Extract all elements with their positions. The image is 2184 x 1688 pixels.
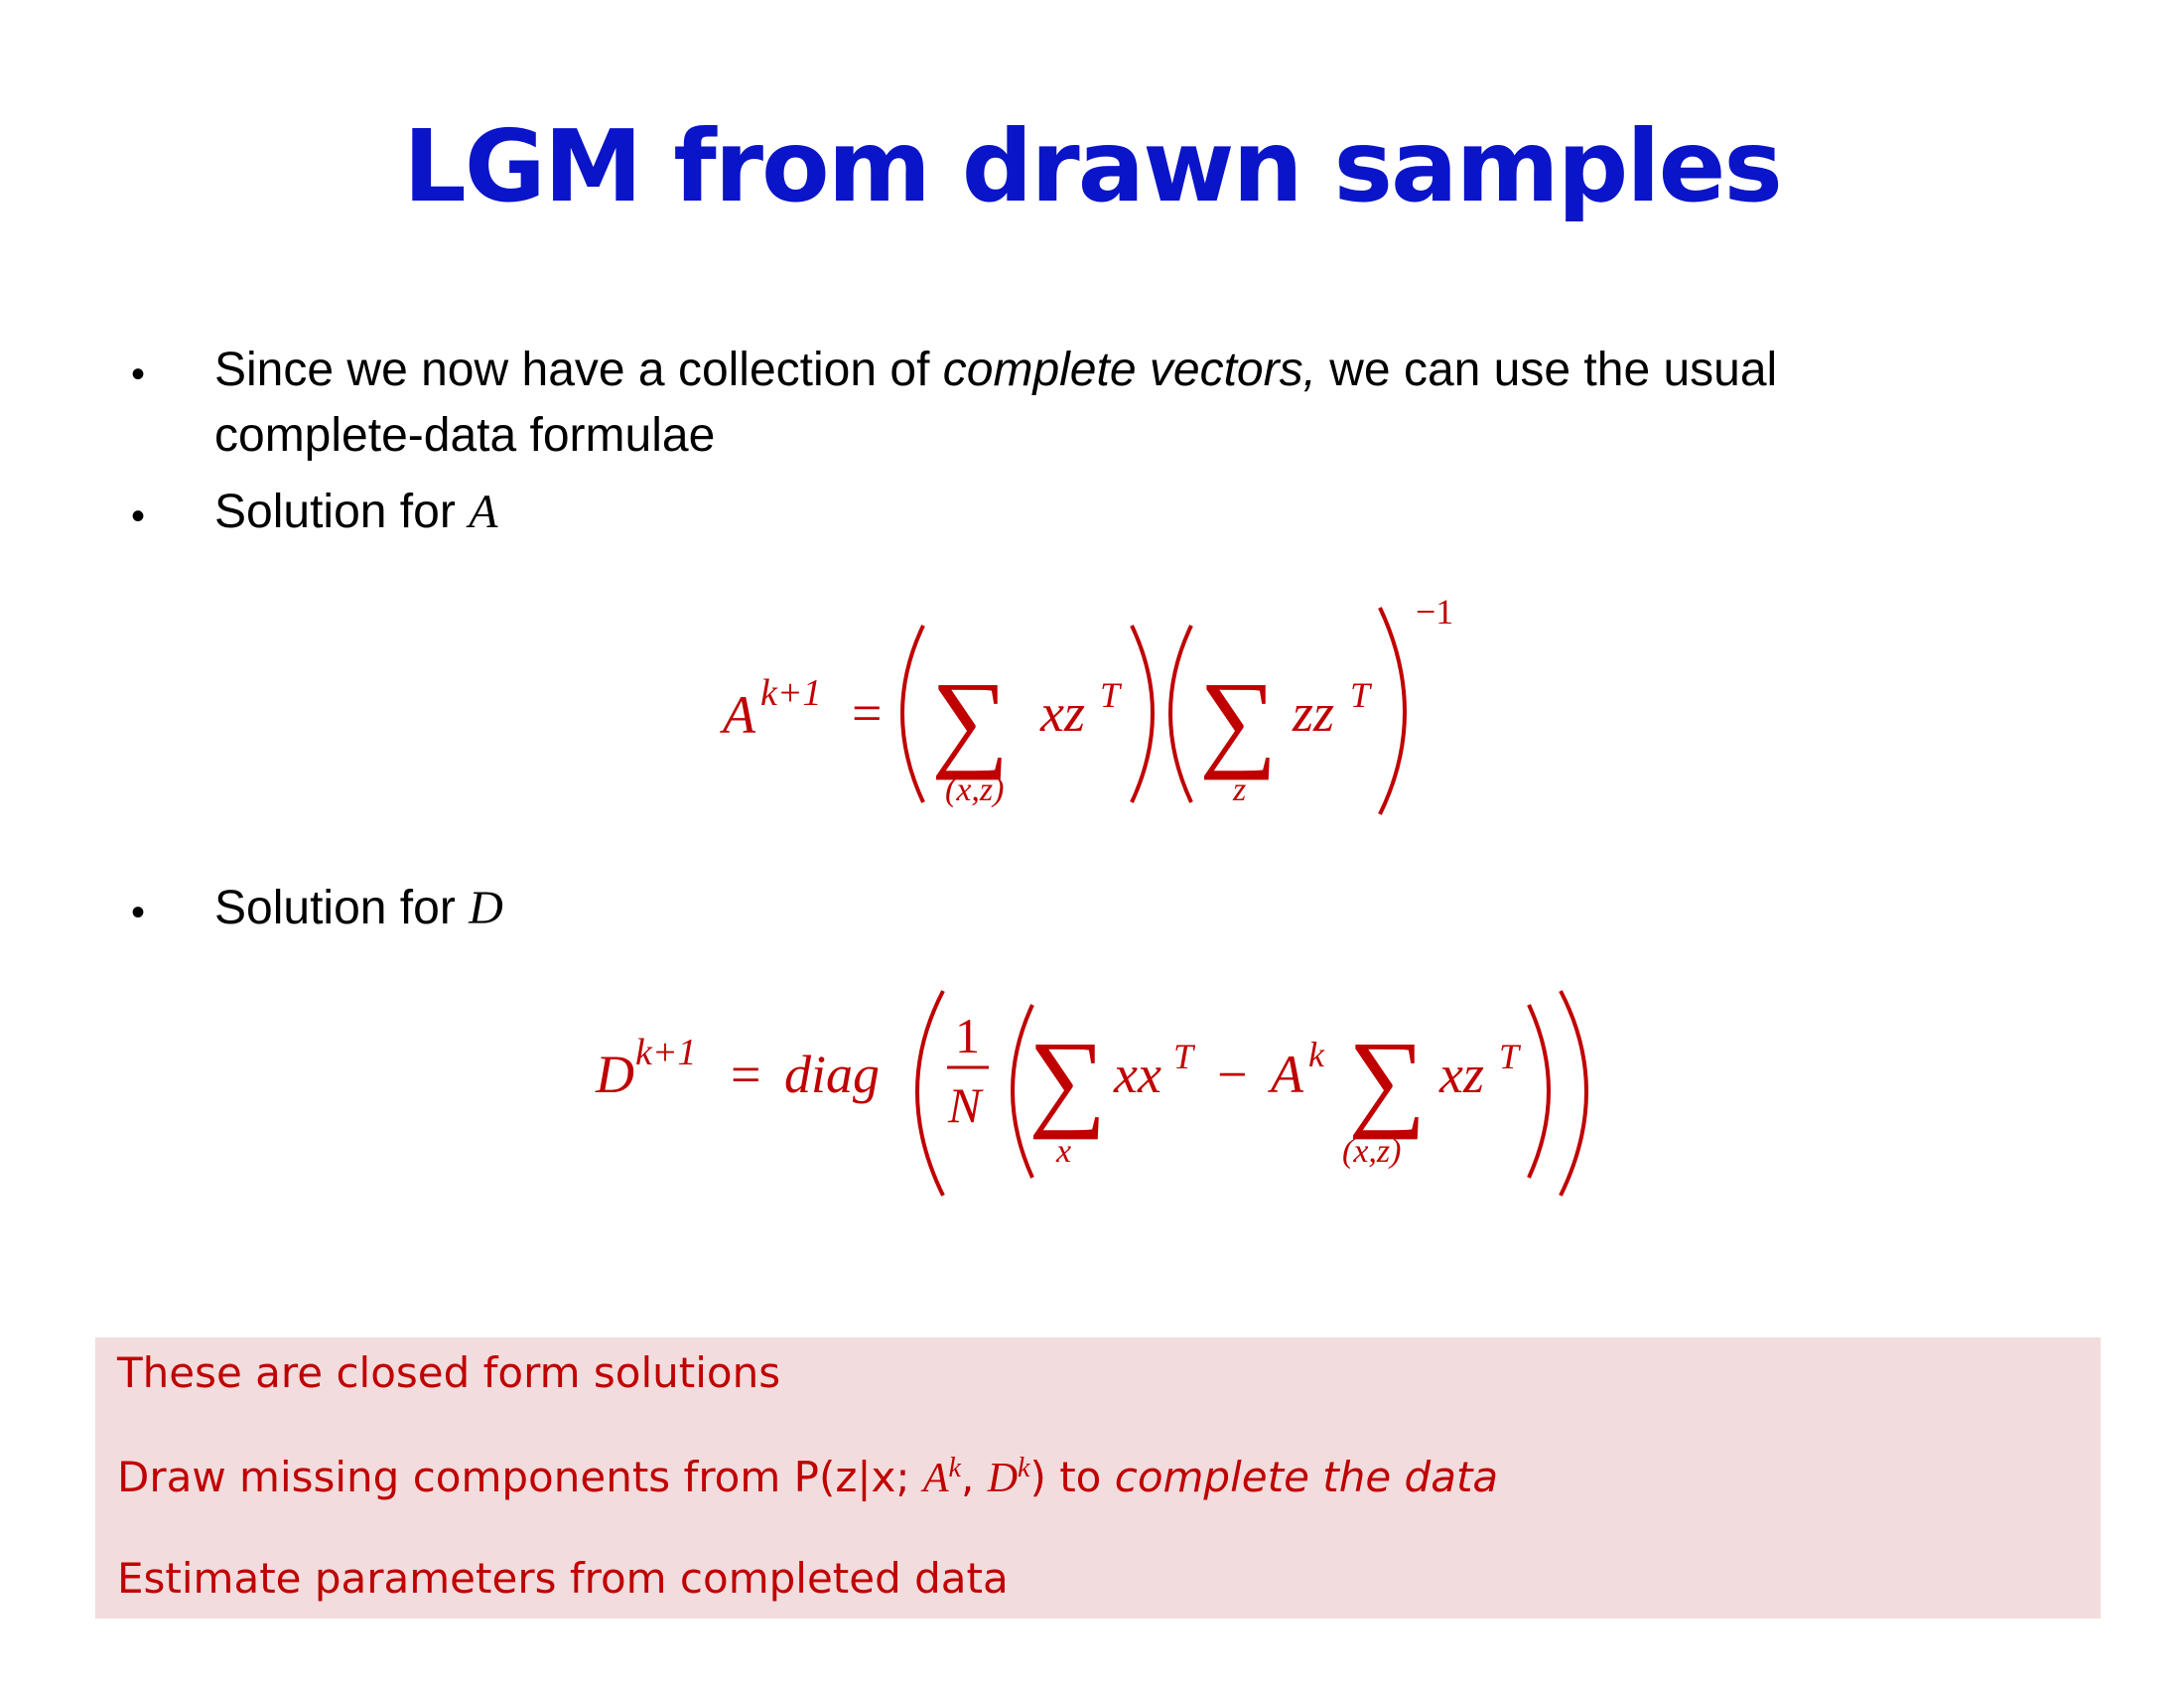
bullet-marker: • bbox=[131, 352, 146, 396]
eq-d-term-2-sup: T bbox=[1499, 1037, 1522, 1076]
eq-d-paren-close-inner bbox=[1527, 1004, 1551, 1179]
note-2-mid: ) to bbox=[1029, 1453, 1115, 1501]
note-closed-form: These are closed form solutions bbox=[117, 1348, 781, 1397]
eq-a-equals: = bbox=[852, 683, 882, 743]
eq-d-term-1: xx bbox=[1113, 1045, 1161, 1104]
bullet-marker: • bbox=[131, 891, 146, 934]
slide-title: LGM from drawn samples bbox=[403, 108, 1783, 224]
bullet-1-text-a: Since we now have a collection of bbox=[214, 344, 943, 396]
eq-d-term-2: xz bbox=[1438, 1045, 1484, 1104]
eq-d-lhs-sup: k+1 bbox=[635, 1032, 697, 1073]
eq-a-lhs-sup: k+1 bbox=[760, 672, 822, 714]
bullet-1-emphasis: complete vectors, bbox=[942, 344, 1316, 396]
bullet-3-text: Solution for bbox=[214, 882, 470, 934]
note-estimate: Estimate parameters from completed data bbox=[117, 1554, 1009, 1603]
eq-a-sum-2-sub: z bbox=[1232, 772, 1246, 808]
bullet-solution-a: Solution for A bbox=[214, 480, 1981, 545]
eq-a-lhs: A bbox=[720, 685, 756, 745]
bullet-complete-vectors: Since we now have a collection of comple… bbox=[214, 338, 1981, 469]
note-2-a: A bbox=[922, 1456, 949, 1501]
note-2-sep: , bbox=[960, 1453, 988, 1501]
note-2-d-sup: k bbox=[1018, 1453, 1030, 1483]
eq-d-ak-sup: k bbox=[1308, 1035, 1325, 1074]
bullet-solution-d: Solution for D bbox=[214, 876, 1981, 941]
eq-d-ak: A bbox=[1268, 1045, 1304, 1104]
eq-a-term-1-sup: T bbox=[1100, 675, 1123, 715]
bullet-3-symbol: D bbox=[469, 882, 503, 934]
note-2-d: D bbox=[987, 1456, 1019, 1501]
note-draw-missing: Draw missing components from P(z|x; Ak, … bbox=[117, 1453, 1499, 1501]
eq-a-paren-close-2 bbox=[1378, 607, 1407, 815]
eq-d-minus: − bbox=[1217, 1045, 1247, 1104]
eq-a-sum-1-sub: (x,z) bbox=[945, 772, 1004, 808]
eq-d-paren-open-inner bbox=[1011, 1004, 1034, 1179]
eq-a-paren-close-1 bbox=[1130, 625, 1155, 803]
eq-d-sum-2-sub: (x,z) bbox=[1342, 1133, 1401, 1170]
note-2-a-sup: k bbox=[948, 1453, 961, 1483]
eq-a-term-1: xz bbox=[1039, 683, 1085, 743]
eq-d-paren-open-outer bbox=[915, 990, 945, 1196]
eq-a-term-2: zz bbox=[1292, 683, 1334, 743]
eq-a-term-2-sup: T bbox=[1350, 675, 1373, 715]
eq-d-equals: = bbox=[731, 1045, 760, 1104]
eq-a-outer-sup: −1 bbox=[1416, 592, 1453, 632]
eq-d-lhs: D bbox=[595, 1045, 634, 1104]
eq-d-func: diag bbox=[784, 1045, 880, 1104]
eq-d-sum-2: ∑ bbox=[1348, 1019, 1426, 1140]
eq-d-sum-1-sub: x bbox=[1055, 1133, 1071, 1170]
eq-a-sum-1: ∑ bbox=[931, 659, 1009, 780]
bullet-marker: • bbox=[131, 494, 146, 538]
eq-d-frac-den: N bbox=[947, 1077, 984, 1133]
note-2-pre: Draw missing components from P(z|x; bbox=[117, 1453, 923, 1501]
eq-d-sum-1: ∑ bbox=[1028, 1019, 1106, 1140]
eq-a-paren-open-2 bbox=[1168, 625, 1193, 803]
summary-callout: These are closed form solutions Draw mis… bbox=[95, 1337, 2101, 1618]
eq-d-paren-close-outer bbox=[1559, 990, 1588, 1196]
eq-a-paren-open-1 bbox=[900, 625, 925, 803]
bullet-2-text: Solution for bbox=[214, 486, 470, 538]
eq-d-term-1-sup: T bbox=[1173, 1037, 1196, 1076]
note-2-emphasis: complete the data bbox=[1114, 1453, 1499, 1501]
eq-a-sum-2: ∑ bbox=[1199, 659, 1277, 780]
bullet-2-symbol: A bbox=[469, 486, 498, 538]
eq-d-frac-num: 1 bbox=[955, 1008, 980, 1063]
